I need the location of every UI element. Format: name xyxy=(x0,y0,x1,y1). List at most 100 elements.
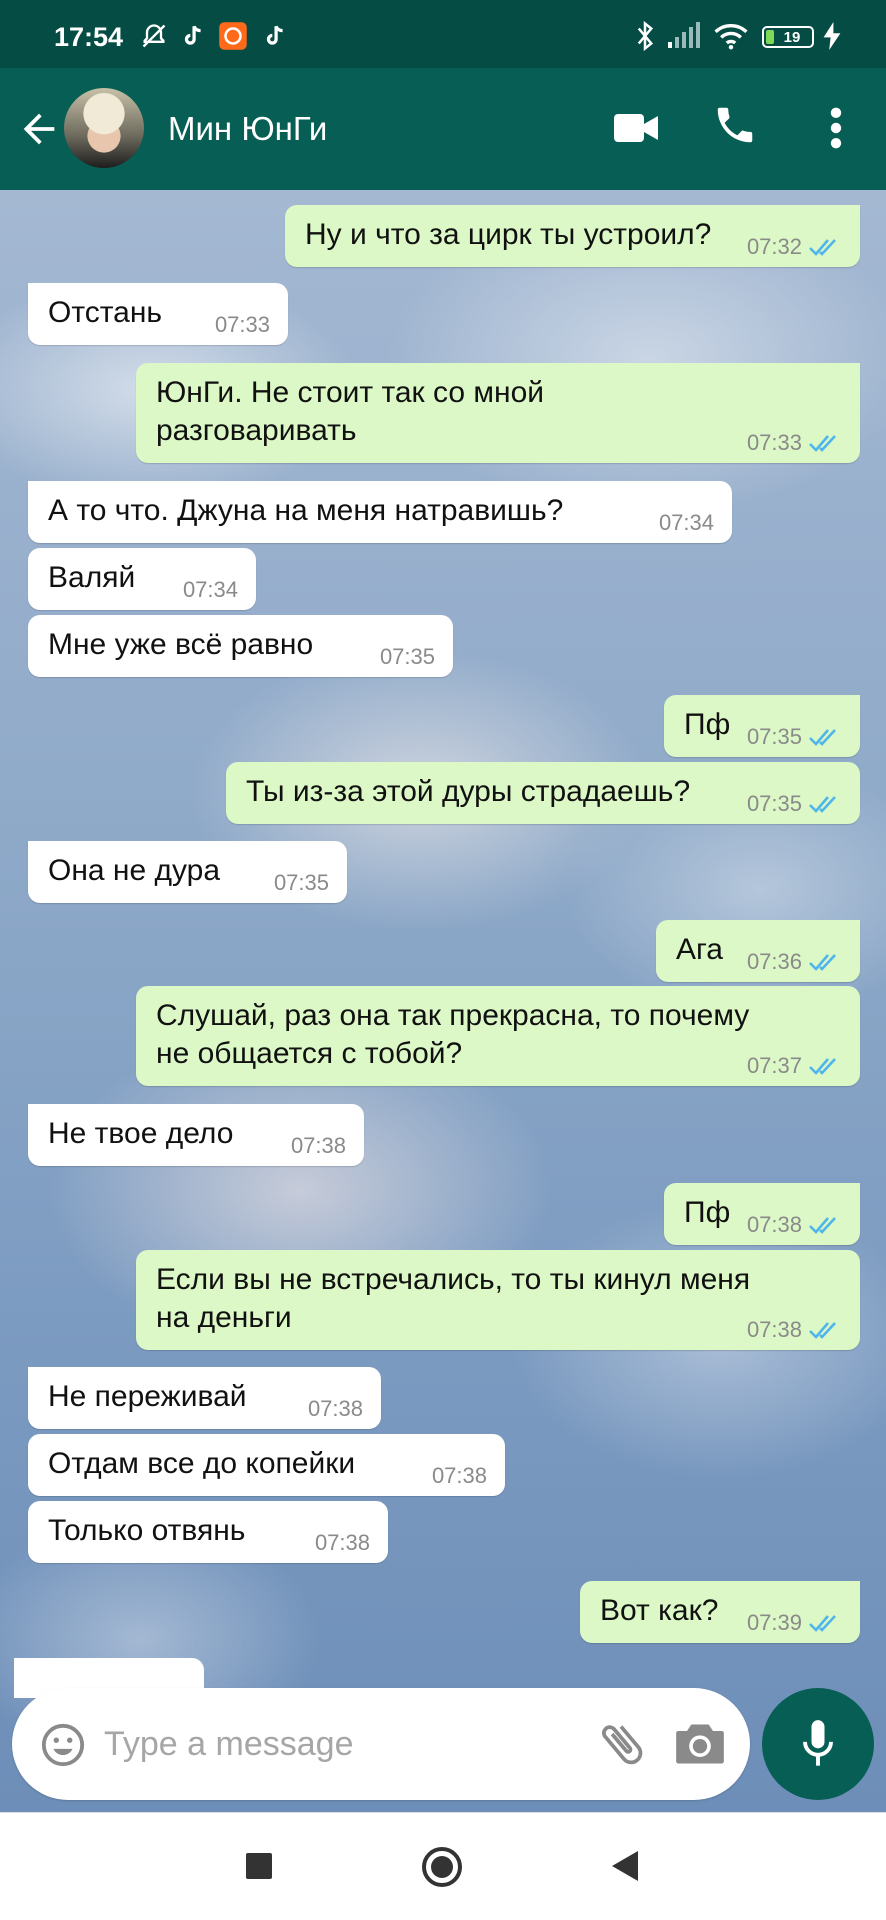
message-text-line: не общается с тобой? xyxy=(156,1037,463,1070)
video-call-icon[interactable] xyxy=(612,108,660,148)
read-ticks-icon xyxy=(808,236,842,258)
message-meta: 07:32 xyxy=(747,234,842,260)
chat-area[interactable]: Ну и что за цирк ты устроил? 07:32 Отстань… xyxy=(0,190,886,1812)
tiktok-icon xyxy=(180,22,206,50)
message-time: 07:38 xyxy=(746,1212,802,1237)
outgoing-message-bubble[interactable]: Ну и что за цирк ты устроил? 07:32 xyxy=(285,205,860,267)
message-text: Валяй xyxy=(48,561,136,594)
message-meta: 07:38 xyxy=(291,1133,346,1159)
message-text: Слушай, раз она так прекрасна, то почему… xyxy=(156,997,749,1073)
message-text: Ну и что за цирк ты устроил? xyxy=(305,218,712,251)
emoji-icon[interactable] xyxy=(40,1722,86,1768)
message-time: 07:35 xyxy=(746,791,802,816)
message-meta: 07:38 xyxy=(315,1530,370,1556)
message-text-line: Если вы не встречались, то ты кинул меня xyxy=(156,1263,751,1296)
back-arrow-icon[interactable] xyxy=(16,106,62,152)
outgoing-message-bubble[interactable]: ЮнГи. Не стоит так со мной разговаривать 0… xyxy=(136,363,860,463)
message-meta: 07:39 xyxy=(747,1610,842,1636)
message-text: Не твое дело xyxy=(48,1117,234,1150)
mic-button[interactable] xyxy=(762,1688,874,1800)
message-meta: 07:36 xyxy=(747,949,842,975)
recents-icon[interactable] xyxy=(246,1853,272,1879)
message-text: Отдам все до копейки xyxy=(48,1447,356,1480)
message-text: Только отвянь xyxy=(48,1514,246,1547)
read-ticks-icon xyxy=(808,726,842,748)
battery-level: 19 xyxy=(783,28,801,46)
message-text: Ага xyxy=(676,933,723,966)
message-text: Вот как? xyxy=(600,1594,719,1627)
message-input[interactable] xyxy=(104,1718,484,1770)
outgoing-message-bubble[interactable]: Если вы не встречались, то ты кинул меня… xyxy=(136,1250,860,1350)
message-input-bar xyxy=(12,1688,750,1800)
message-text: Ты из-за этой дуры страдаешь? xyxy=(246,775,691,808)
message-meta: 07:33 xyxy=(747,430,842,456)
message-time: 07:38 xyxy=(746,1317,802,1342)
outgoing-message-bubble[interactable]: Вот как? 07:39 xyxy=(580,1581,860,1643)
system-nav-bar xyxy=(0,1812,886,1920)
phone-icon[interactable] xyxy=(712,102,760,154)
attach-icon[interactable] xyxy=(594,1716,650,1772)
wifi-icon xyxy=(714,22,748,50)
tiktok-icon xyxy=(262,22,288,50)
message-time: 07:36 xyxy=(746,949,802,974)
message-time: 07:35 xyxy=(273,870,329,895)
message-time: 07:38 xyxy=(314,1530,370,1555)
read-ticks-icon xyxy=(808,951,842,973)
message-text-line: разговаривать xyxy=(156,414,357,447)
message-time: 07:32 xyxy=(746,234,802,259)
bluetooth-icon xyxy=(634,21,656,51)
message-text: Не переживай xyxy=(48,1380,247,1413)
message-text: Если вы не встречались, то ты кинул меня… xyxy=(156,1261,750,1337)
message-meta: 07:35 xyxy=(747,791,842,817)
home-icon[interactable] xyxy=(422,1847,462,1887)
incoming-message-bubble[interactable]: Отстань 07:33 xyxy=(28,283,288,345)
message-text-line: Слушай, раз она так прекрасна, то почему xyxy=(156,999,750,1032)
message-meta: 07:38 xyxy=(432,1463,487,1489)
incoming-message-bubble[interactable]: Только отвянь 07:38 xyxy=(28,1501,388,1563)
contact-name[interactable]: Мин ЮнГи xyxy=(168,110,327,148)
incoming-message-bubble[interactable]: Валяй 07:34 xyxy=(28,548,256,610)
outgoing-message-bubble[interactable]: Пф 07:35 xyxy=(664,695,860,757)
incoming-message-bubble[interactable]: Отдам все до копейки 07:38 xyxy=(28,1434,505,1496)
avatar[interactable] xyxy=(64,88,144,168)
message-meta: 07:38 xyxy=(747,1317,842,1343)
message-time: 07:38 xyxy=(431,1463,487,1488)
message-time: 07:39 xyxy=(746,1610,802,1635)
outgoing-message-bubble[interactable]: Ага 07:36 xyxy=(656,920,860,982)
message-time: 07:33 xyxy=(746,430,802,455)
camera-icon[interactable] xyxy=(674,1722,726,1766)
charging-icon xyxy=(822,22,842,50)
message-time: 07:33 xyxy=(214,312,270,337)
message-time: 07:34 xyxy=(182,577,238,602)
incoming-message-bubble[interactable]: Не твое дело 07:38 xyxy=(28,1104,364,1166)
signal-icon xyxy=(666,22,700,50)
message-meta: 07:35 xyxy=(380,644,435,670)
message-meta: 07:34 xyxy=(183,577,238,603)
incoming-message-bubble[interactable]: А то что. Джуна на меня натравишь? 07:34 xyxy=(28,481,732,543)
incoming-message-bubble[interactable]: Не переживай 07:38 xyxy=(28,1367,381,1429)
read-ticks-icon xyxy=(808,1319,842,1341)
back-icon[interactable] xyxy=(612,1851,638,1881)
incoming-message-bubble[interactable]: Она не дура 07:35 xyxy=(28,841,347,903)
message-time: 07:35 xyxy=(379,644,435,669)
message-text: Пф xyxy=(684,1196,731,1229)
read-ticks-icon xyxy=(808,1612,842,1634)
status-bar: 17:54 19 xyxy=(0,0,886,68)
incoming-message-bubble[interactable]: Мне уже всё равно 07:35 xyxy=(28,615,453,677)
read-ticks-icon xyxy=(808,1214,842,1236)
outgoing-message-bubble[interactable]: Слушай, раз она так прекрасна, то почему… xyxy=(136,986,860,1086)
message-text: Пф xyxy=(684,708,731,741)
mic-icon xyxy=(803,1720,833,1766)
battery-icon: 19 xyxy=(762,26,814,48)
message-time: 07:37 xyxy=(746,1053,802,1078)
message-meta: 07:35 xyxy=(747,724,842,750)
message-text-line: ЮнГи. Не стоит так со мной xyxy=(156,376,545,409)
status-time: 17:54 xyxy=(54,22,124,52)
message-text: Она не дура xyxy=(48,854,221,887)
read-ticks-icon xyxy=(808,432,842,454)
message-meta: 07:34 xyxy=(659,510,714,536)
more-vert-icon[interactable] xyxy=(818,102,854,154)
message-meta: 07:33 xyxy=(215,312,270,338)
outgoing-message-bubble[interactable]: Ты из-за этой дуры страдаешь? 07:35 xyxy=(226,762,860,824)
outgoing-message-bubble[interactable]: Пф 07:38 xyxy=(664,1183,860,1245)
